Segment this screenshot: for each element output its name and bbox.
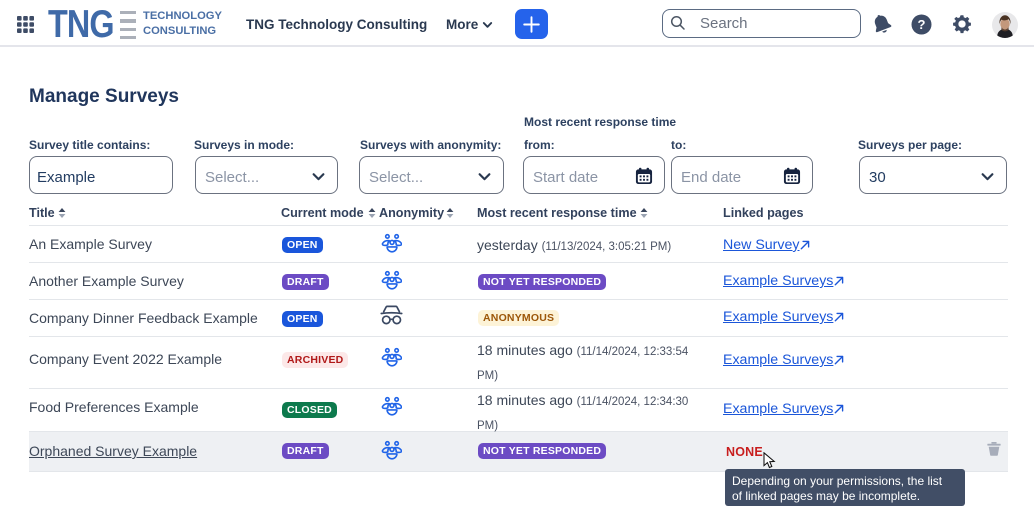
svg-text:?: ? xyxy=(918,17,926,32)
